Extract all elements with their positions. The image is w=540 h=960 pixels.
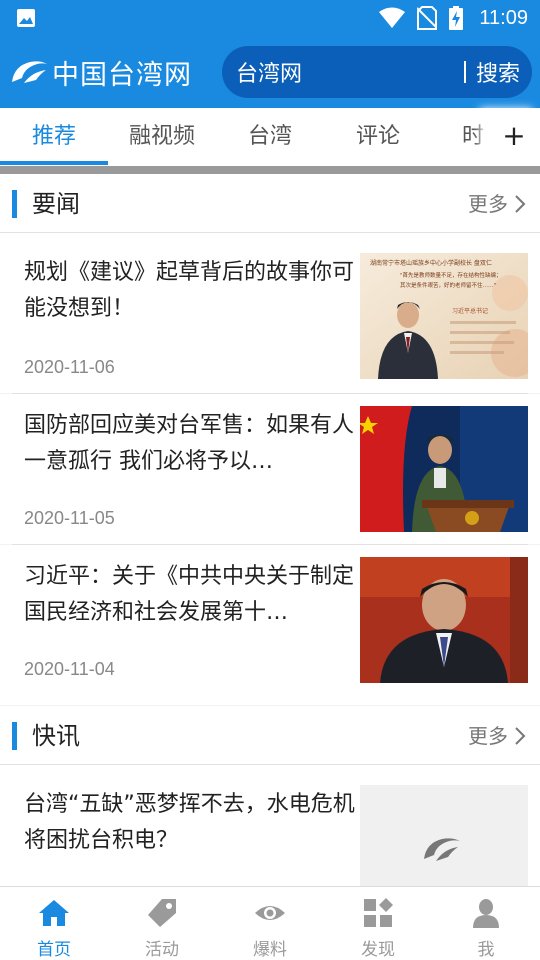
- search-input[interactable]: 台湾网: [222, 56, 464, 88]
- tab-video[interactable]: 融视频: [108, 108, 216, 166]
- news-thumbnail: [360, 406, 528, 532]
- nav-activity[interactable]: 活动: [108, 887, 216, 960]
- news-date: 2020-11-05: [24, 508, 115, 528]
- news-date: 2020-11-06: [24, 357, 115, 377]
- search-button[interactable]: 搜索: [476, 56, 532, 88]
- nav-home[interactable]: 首页: [0, 887, 108, 960]
- user-icon: [473, 899, 499, 928]
- news-thumbnail: 湖南常宁市塔山瑶族乡中心小学副校长 盘双仁 "首先是教师数量不足，存在结构性缺编…: [360, 253, 528, 379]
- news-thumbnail-image: [360, 406, 528, 532]
- nav-label: 首页: [37, 940, 71, 960]
- search-separator: [463, 61, 466, 83]
- thumb-caption-2: "首先是教师数量不足，存在结构性缺编；: [400, 271, 502, 279]
- tab-recommend[interactable]: 推荐: [0, 108, 108, 166]
- nav-label: 发现: [361, 940, 395, 960]
- search-box[interactable]: 台湾网 搜索: [222, 46, 532, 98]
- thumb-caption-1: 湖南常宁市塔山瑶族乡中心小学副校长 盘双仁: [370, 259, 492, 267]
- news-date: 2020-11-04: [24, 659, 115, 679]
- news-title: 规划《建议》起草背后的故事你可能没想到！: [24, 260, 355, 321]
- tab-taiwan[interactable]: 台湾: [216, 108, 324, 166]
- tab-active-indicator: [0, 161, 108, 165]
- news-thumbnail-image: 湖南常宁市塔山瑶族乡中心小学副校长 盘双仁 "首先是教师数量不足，存在结构性缺编…: [360, 253, 528, 379]
- nav-discover[interactable]: 发现: [324, 887, 432, 960]
- status-bar: 11:09: [0, 0, 540, 36]
- gallery-icon: [17, 9, 35, 27]
- logo-text: 中国台湾网: [52, 59, 192, 91]
- no-sim-icon: [417, 6, 438, 30]
- home-icon: [39, 900, 69, 926]
- news-thumbnail: [360, 557, 528, 683]
- more-label: 更多: [468, 724, 508, 748]
- add-tab-button[interactable]: +: [488, 108, 540, 166]
- nav-label: 活动: [145, 940, 179, 960]
- section-title: 要闻: [32, 190, 80, 218]
- eye-icon: [255, 906, 285, 920]
- status-time: 11:09: [479, 6, 528, 29]
- section-header-flash: 快讯 更多: [0, 706, 540, 764]
- chevron-right-icon: [515, 727, 526, 745]
- wifi-icon: [379, 7, 406, 28]
- app-header: 中国台湾网 台湾网 搜索: [0, 36, 540, 108]
- section-header-news: 要闻 更多: [0, 174, 540, 232]
- more-flash-link[interactable]: 更多: [468, 706, 526, 766]
- nav-tipoff[interactable]: 爆料: [216, 887, 324, 960]
- category-tabs: 推荐 融视频 台湾 评论 时事 +: [0, 108, 540, 166]
- nav-label: 我: [477, 940, 495, 960]
- nav-me[interactable]: 我: [432, 887, 540, 960]
- section-title: 快讯: [32, 722, 80, 750]
- thumb-caption-tag: 习近平总书记: [452, 307, 488, 315]
- news-item[interactable]: 台湾“五缺”恶梦挥不去，水电危机将困扰台积电？: [0, 765, 540, 911]
- more-label: 更多: [468, 192, 508, 216]
- tab-current-affairs[interactable]: 时事: [462, 108, 484, 166]
- section-accent-bar: [12, 722, 17, 750]
- news-title: 台湾“五缺”恶梦挥不去，水电危机将困扰台积电？: [24, 792, 355, 853]
- tab-comment[interactable]: 评论: [324, 108, 432, 166]
- thumb-caption-3: 其次是条件艰苦，好的老师留不住……": [400, 281, 496, 289]
- logo-icon: [12, 61, 47, 83]
- app-logo[interactable]: 中国台湾网: [10, 52, 192, 92]
- battery-charging-icon: [449, 6, 464, 30]
- chevron-right-icon: [515, 195, 526, 213]
- news-title: 国防部回应美对台军售：如果有人一意孤行 我们必将予以…: [24, 413, 355, 474]
- news-thumbnail-image: [360, 557, 528, 683]
- nav-label: 爆料: [253, 940, 287, 960]
- news-item[interactable]: 国防部回应美对台军售：如果有人一意孤行 我们必将予以… 2020-11-05: [0, 394, 540, 544]
- tabs-divider: [0, 166, 540, 174]
- tag-icon: [148, 899, 176, 927]
- news-item[interactable]: 习近平：关于《中共中央关于制定国民经济和社会发展第十… 2020-11-04: [0, 545, 540, 705]
- discover-icon: [364, 898, 393, 927]
- news-title: 习近平：关于《中共中央关于制定国民经济和社会发展第十…: [24, 564, 355, 625]
- more-news-link[interactable]: 更多: [468, 174, 526, 234]
- news-item[interactable]: 规划《建议》起草背后的故事你可能没想到！ 2020-11-06 湖南常宁市塔山瑶…: [0, 233, 540, 393]
- section-accent-bar: [12, 190, 17, 218]
- bottom-navigation: 首页 活动 爆料 发现 我: [0, 886, 540, 960]
